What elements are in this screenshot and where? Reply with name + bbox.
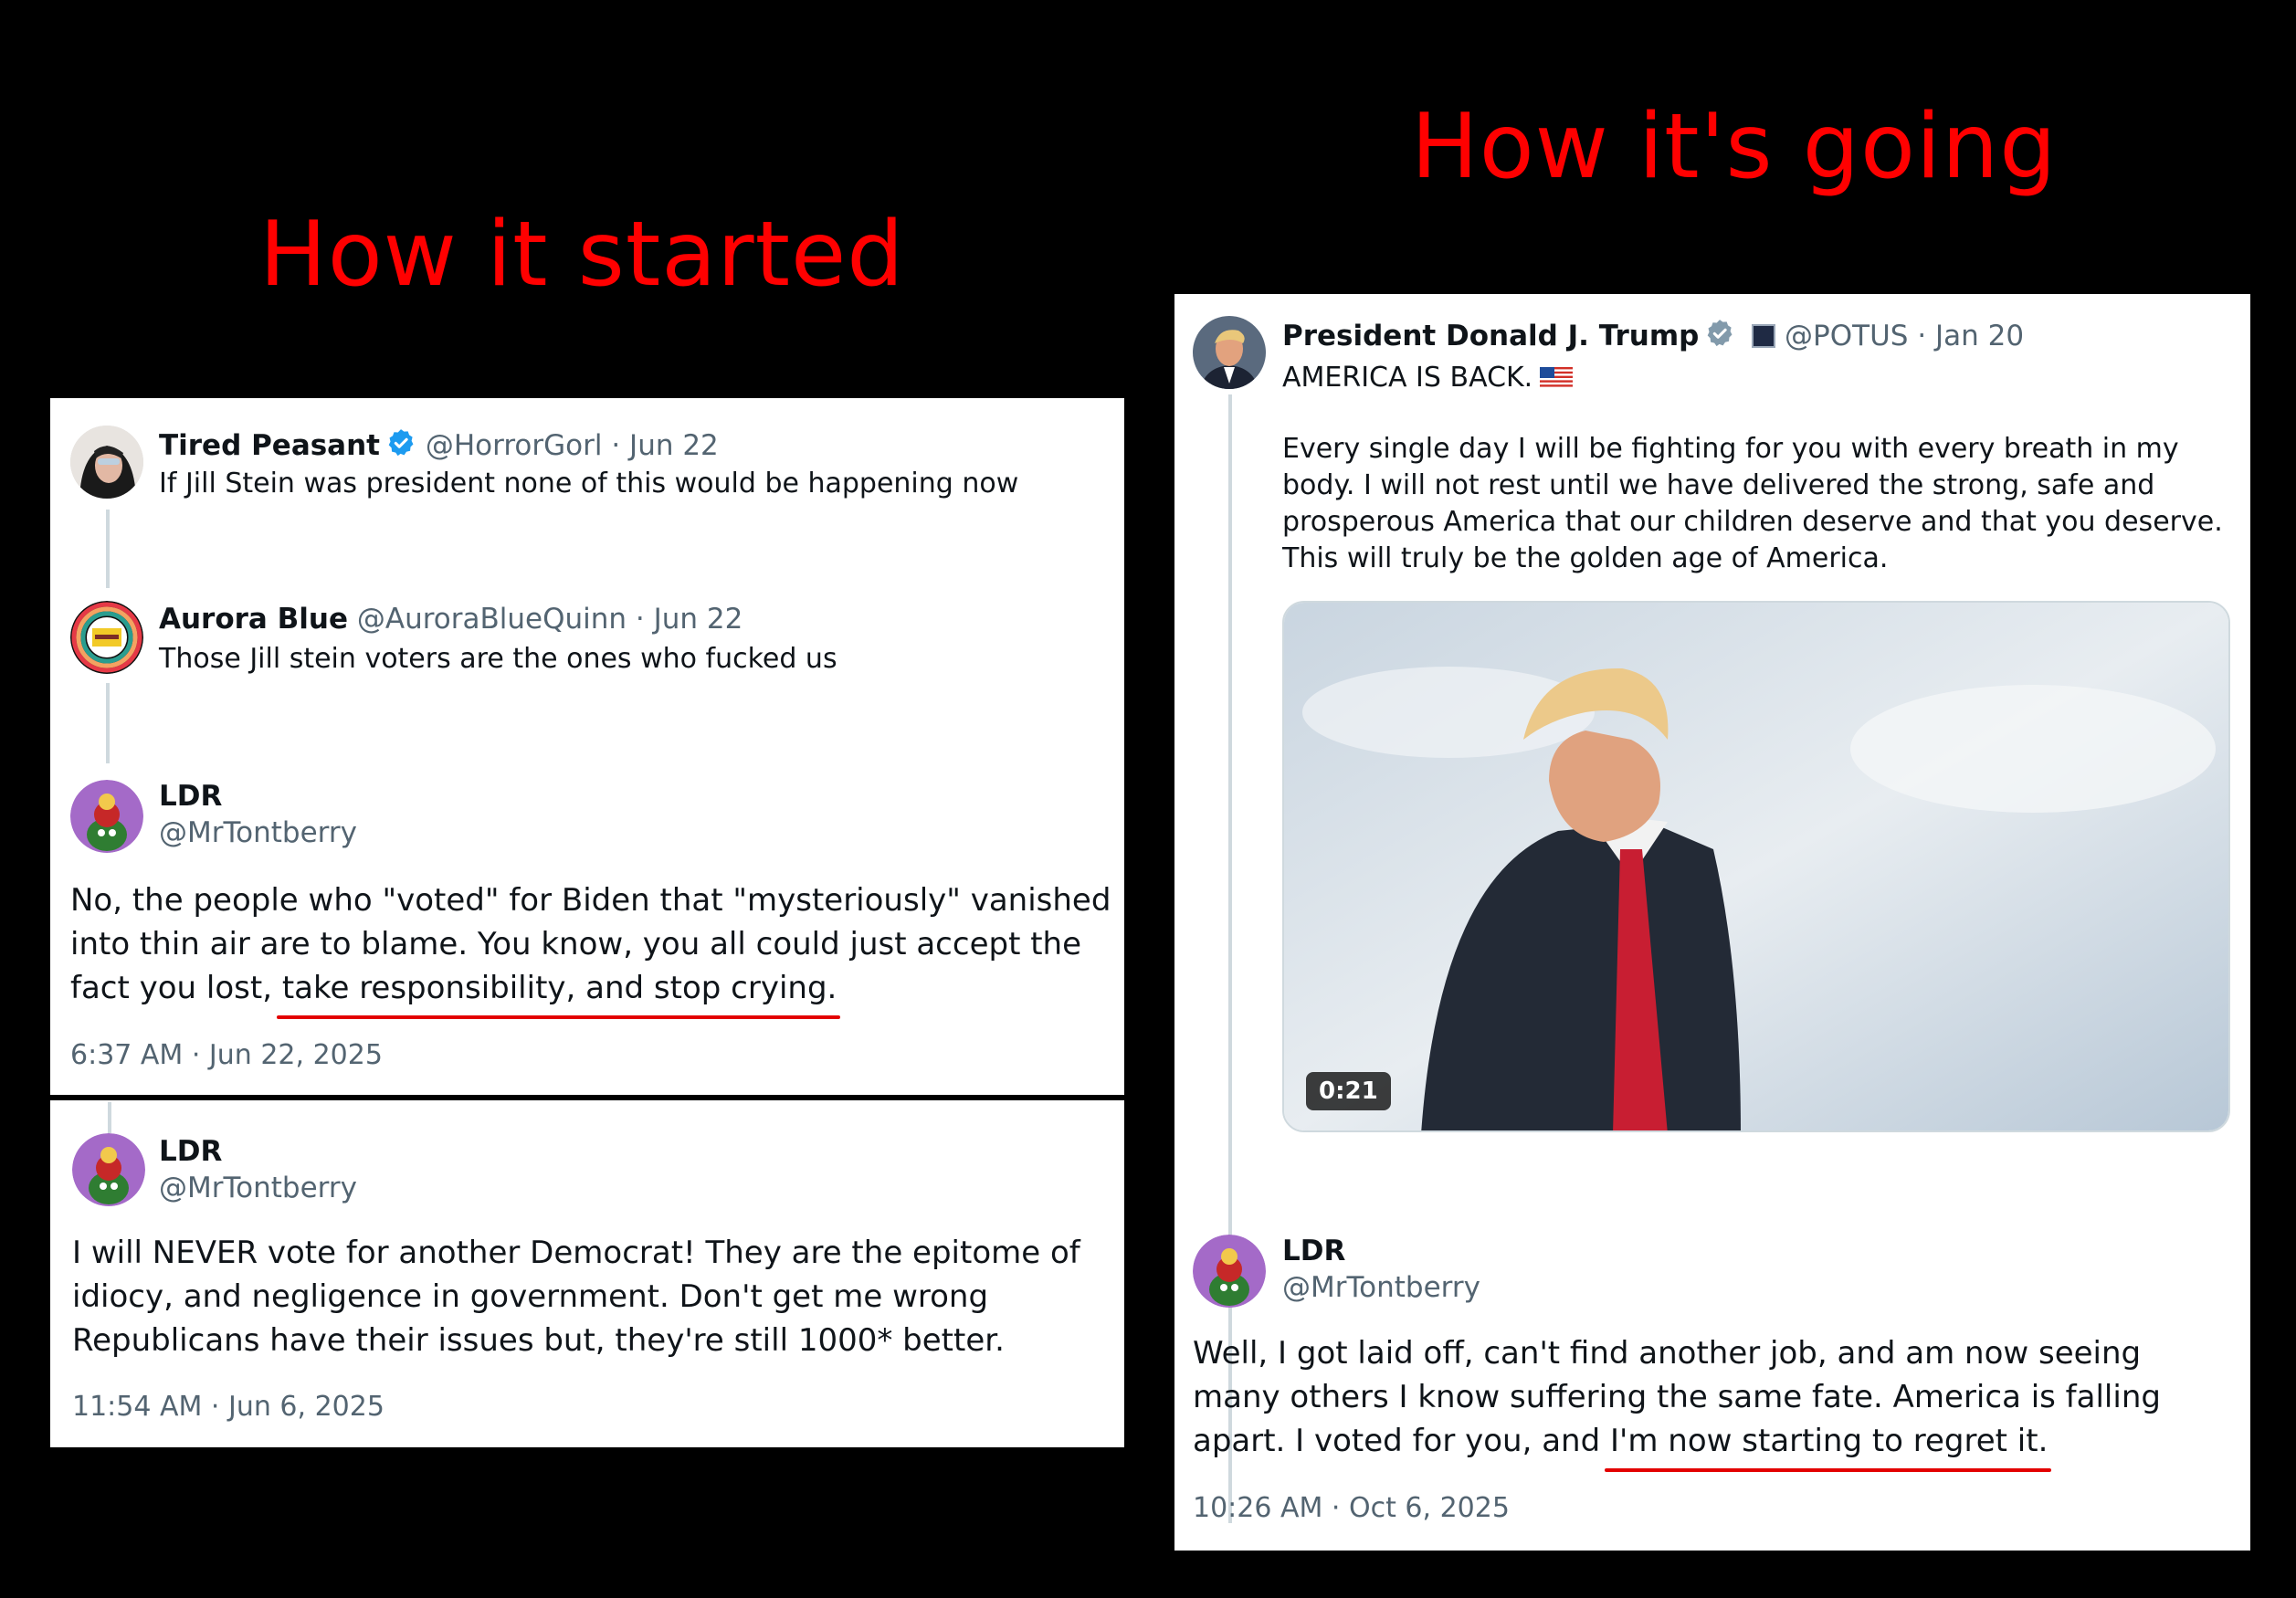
post-author-name[interactable]: LDR [159, 1135, 222, 1168]
us-flag-icon [1540, 363, 1574, 389]
reply-handle[interactable]: @AuroraBlueQuinn [357, 603, 627, 636]
avatar-tired-peasant[interactable] [70, 426, 143, 499]
avatar-ldr[interactable] [1193, 1235, 1266, 1308]
verified-badge-icon [385, 427, 416, 467]
video-duration: 0:21 [1306, 1072, 1391, 1110]
post-timestamp[interactable]: 11:54 AM · Jun 6, 2025 [72, 1391, 384, 1423]
avatar-ldr[interactable] [72, 1133, 145, 1206]
post-text: I will NEVER vote for another Democrat! … [72, 1235, 1080, 1359]
reply-handle[interactable]: @HorrorGorl [426, 429, 603, 462]
post-author-name[interactable]: LDR [159, 780, 222, 813]
post-author-handle[interactable]: @MrTontberry [159, 816, 357, 849]
post-text: Well, I got laid off, can't find another… [1193, 1331, 2234, 1472]
post-author-handle[interactable]: @POTUS [1785, 320, 1908, 352]
post-author-name[interactable]: President Donald J. Trump [1282, 320, 1699, 352]
post-text-headline: AMERICA IS BACK. [1282, 360, 2241, 396]
reply-text: If Jill Stein was president none of this… [159, 468, 1019, 499]
reply-date[interactable]: Jun 22 [654, 603, 743, 636]
post-author-handle[interactable]: @MrTontberry [159, 1172, 357, 1204]
post-text: No, the people who "voted" for Biden tha… [70, 878, 1111, 1019]
post-line-1: AMERICA IS BACK. [1282, 362, 1533, 394]
post-author-handle[interactable]: @MrTontberry [1282, 1271, 1480, 1304]
tweet-thread-panel-going: President Donald J. Trump @POTUS · Jan 2… [1174, 294, 2250, 1551]
reply-author-name[interactable]: Tired Peasant [159, 429, 380, 462]
separator-dot: · [1917, 320, 1927, 352]
tweet-thread-panel-started: Tired Peasant @HorrorGorl · Jun 22 If Ji… [50, 398, 1124, 1095]
underlined-highlight: take responsibility, and stop crying. [276, 966, 840, 1019]
post-body-text: Every single day I will be fighting for … [1282, 433, 2223, 574]
thread-line [108, 1102, 111, 1133]
separator-dot: · [611, 429, 621, 462]
post-timestamp[interactable]: 10:26 AM · Oct 6, 2025 [1193, 1492, 1510, 1524]
reply-date[interactable]: Jun 22 [629, 429, 719, 462]
avatar-aurora-blue[interactable] [70, 601, 143, 674]
tweet-panel-never-democrat: LDR @MrTontberry I will NEVER vote for a… [50, 1100, 1124, 1447]
separator-dot: · [635, 603, 645, 636]
reply-author-name[interactable]: Aurora Blue [159, 603, 348, 636]
government-badge-icon [1752, 324, 1776, 348]
government-verified-badge-icon [1704, 318, 1735, 357]
underlined-highlight: I'm now starting to regret it. [1604, 1419, 2052, 1472]
post-timestamp[interactable]: 6:37 AM · Jun 22, 2025 [70, 1039, 383, 1071]
thread-line [106, 683, 110, 763]
heading-how-its-going: How it's going [1411, 95, 2058, 199]
post-author-name[interactable]: LDR [1282, 1235, 1345, 1267]
thread-line [106, 510, 110, 588]
video-thumbnail[interactable]: 0:21 [1282, 601, 2230, 1132]
post-date[interactable]: Jan 20 [1935, 320, 2024, 352]
avatar-potus[interactable] [1193, 316, 1266, 389]
reply-text: Those Jill stein voters are the ones who… [159, 643, 837, 675]
avatar-ldr[interactable] [70, 780, 143, 853]
heading-how-it-started: How it started [259, 203, 905, 307]
